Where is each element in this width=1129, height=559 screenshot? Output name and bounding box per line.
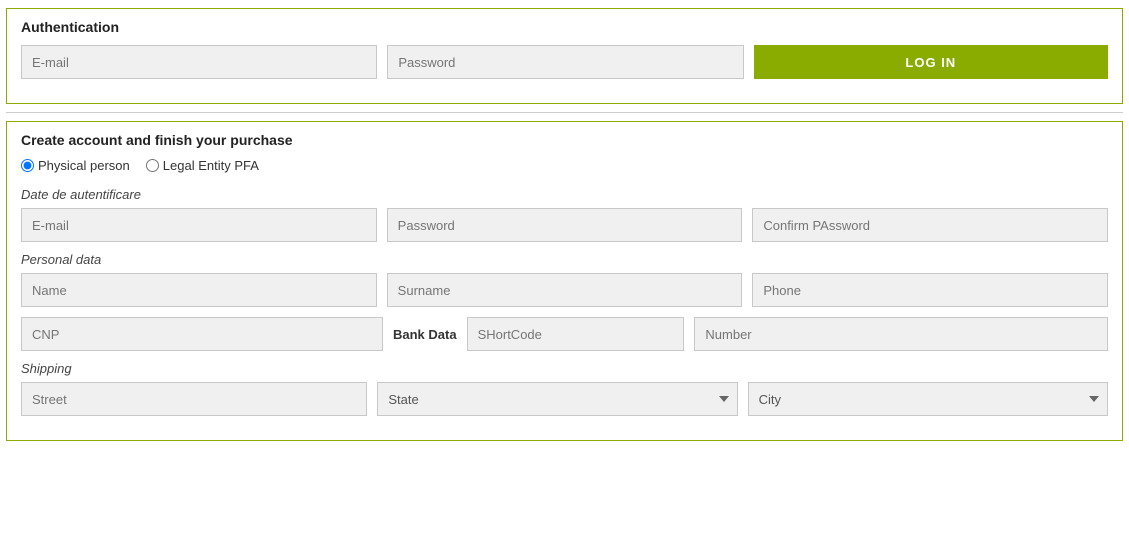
- physical-person-radio-label[interactable]: Physical person: [21, 158, 130, 173]
- create-email-input[interactable]: [21, 208, 377, 242]
- create-password-input[interactable]: [387, 208, 743, 242]
- cnp-input[interactable]: [21, 317, 383, 351]
- section-divider: [6, 112, 1123, 113]
- auth-password-input[interactable]: [387, 45, 743, 79]
- authentication-title: Authentication: [21, 19, 1108, 35]
- city-select[interactable]: City: [748, 382, 1108, 416]
- phone-input[interactable]: [752, 273, 1108, 307]
- legal-entity-radio[interactable]: [146, 159, 159, 172]
- shipping-label: Shipping: [21, 361, 1108, 376]
- name-input[interactable]: [21, 273, 377, 307]
- personal-data-row2: Bank Data: [21, 317, 1108, 351]
- physical-person-radio[interactable]: [21, 159, 34, 172]
- personal-data-row1: [21, 273, 1108, 307]
- bank-data-label: Bank Data: [393, 327, 457, 342]
- auth-email-input[interactable]: [21, 45, 377, 79]
- number-input[interactable]: [694, 317, 1108, 351]
- surname-input[interactable]: [387, 273, 743, 307]
- auth-subsection-label: Date de autentificare: [21, 187, 1108, 202]
- shipping-row: State City: [21, 382, 1108, 416]
- street-input[interactable]: [21, 382, 367, 416]
- create-account-title: Create account and finish your purchase: [21, 132, 1108, 148]
- legal-entity-radio-label[interactable]: Legal Entity PFA: [146, 158, 259, 173]
- login-button[interactable]: LOG IN: [754, 45, 1108, 79]
- authentication-section: Authentication LOG IN: [6, 8, 1123, 104]
- shortcode-input[interactable]: [467, 317, 685, 351]
- create-account-section: Create account and finish your purchase …: [6, 121, 1123, 441]
- physical-person-label: Physical person: [38, 158, 130, 173]
- create-auth-row: [21, 208, 1108, 242]
- bank-data-group: Bank Data: [393, 317, 1108, 351]
- personal-data-label: Personal data: [21, 252, 1108, 267]
- legal-entity-label: Legal Entity PFA: [163, 158, 259, 173]
- confirm-password-input[interactable]: [752, 208, 1108, 242]
- auth-form-row: LOG IN: [21, 45, 1108, 79]
- state-select[interactable]: State: [377, 382, 737, 416]
- account-type-radio-group: Physical person Legal Entity PFA: [21, 158, 1108, 173]
